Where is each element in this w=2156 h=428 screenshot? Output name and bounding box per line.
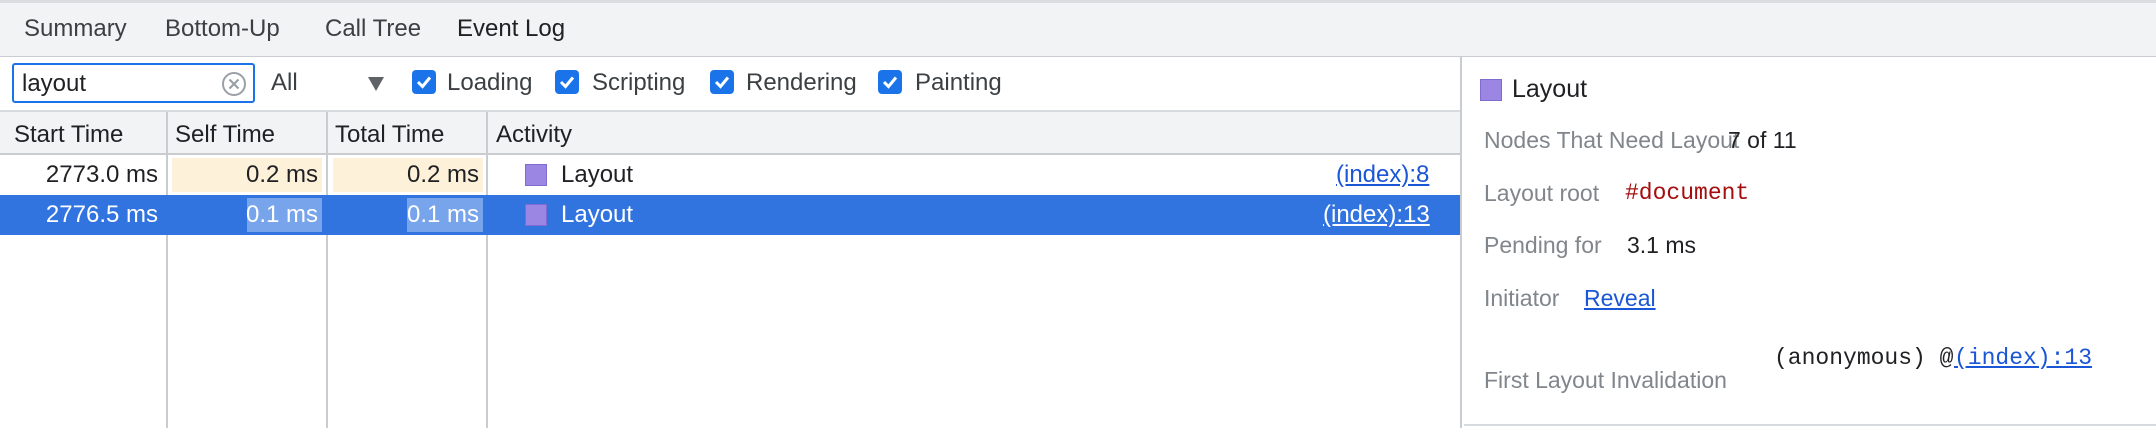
search-box[interactable] <box>12 63 255 103</box>
details-title: Layout <box>1512 75 1588 103</box>
column-self-time[interactable]: Self Time <box>175 121 275 149</box>
tab-summary[interactable]: Summary <box>6 3 145 57</box>
invalidation-label: First Layout Invalidation <box>1484 367 1727 393</box>
self-time-cell: 0.2 ms <box>245 161 318 188</box>
panel-tab-bar: Summary Bottom-Up Call Tree Event Log <box>0 0 2156 60</box>
checkmark-icon <box>559 76 575 89</box>
event-log-pane: All Loading Scripting Rendering Painting… <box>0 57 1462 428</box>
checkmark-icon <box>416 76 432 89</box>
tab-event-log[interactable]: Event Log <box>439 3 584 60</box>
source-link[interactable]: (index):13 <box>1323 195 1430 235</box>
scripting-label: Scripting <box>592 69 686 96</box>
source-link[interactable]: (index):8 <box>1336 155 1429 195</box>
clear-search-icon[interactable] <box>221 71 247 97</box>
nodes-value: 7 of 11 <box>1728 127 1797 153</box>
start-time-cell: 2773.0 ms <box>45 161 158 188</box>
pending-label: Pending for <box>1484 232 1602 258</box>
details-pane: Layout Nodes That Need Layout 7 of 11 La… <box>1464 57 2156 428</box>
column-total-time[interactable]: Total Time <box>335 121 444 149</box>
scripting-checkbox[interactable] <box>555 70 579 94</box>
layout-category-swatch <box>525 204 547 226</box>
rendering-label: Rendering <box>746 69 857 96</box>
layout-category-swatch <box>525 164 547 186</box>
table-row[interactable]: 2776.5 ms 0.1 ms 0.1 ms Layout (index):1… <box>0 195 1460 235</box>
column-start-time[interactable]: Start Time <box>14 121 123 149</box>
table-row[interactable]: 2773.0 ms 0.2 ms 0.2 ms Layout (index):8 <box>0 155 1460 195</box>
painting-label: Painting <box>915 69 1002 96</box>
search-input[interactable] <box>22 68 212 100</box>
layout-category-swatch <box>1480 79 1502 101</box>
self-time-cell: 0.1 ms <box>245 201 318 228</box>
initiator-label: Initiator <box>1484 285 1560 311</box>
chevron-down-icon[interactable] <box>368 77 384 91</box>
checkmark-icon <box>882 76 898 89</box>
initiator-reveal-link[interactable]: Reveal <box>1584 285 1656 312</box>
layout-root-value: #document <box>1625 180 1750 206</box>
rendering-checkbox[interactable] <box>710 70 734 94</box>
filter-toolbar: All Loading Scripting Rendering Painting <box>0 57 1460 112</box>
nodes-label: Nodes That Need Layout <box>1484 127 1740 153</box>
start-time-cell: 2776.5 ms <box>45 201 158 228</box>
total-time-cell: 0.1 ms <box>406 201 479 228</box>
layout-root-label: Layout root <box>1484 180 1600 206</box>
activity-cell: Layout <box>561 161 634 188</box>
checkmark-icon <box>714 76 730 89</box>
column-activity[interactable]: Activity <box>496 121 572 149</box>
painting-checkbox[interactable] <box>878 70 902 94</box>
table-header: Start Time Self Time Total Time Activity <box>0 112 1460 155</box>
loading-checkbox[interactable] <box>412 70 436 94</box>
category-select[interactable]: All <box>271 69 298 97</box>
pending-value: 3.1 ms <box>1627 232 1697 258</box>
details-divider <box>1464 424 2156 426</box>
tab-bottom-up[interactable]: Bottom-Up <box>147 3 298 57</box>
tab-call-tree[interactable]: Call Tree <box>307 3 439 57</box>
loading-label: Loading <box>447 69 533 96</box>
invalidation-source-link[interactable]: (index):13 <box>1954 345 2092 371</box>
total-time-cell: 0.2 ms <box>406 161 479 188</box>
invalidation-function: (anonymous) @ <box>1774 345 1954 371</box>
activity-cell: Layout <box>561 201 634 228</box>
